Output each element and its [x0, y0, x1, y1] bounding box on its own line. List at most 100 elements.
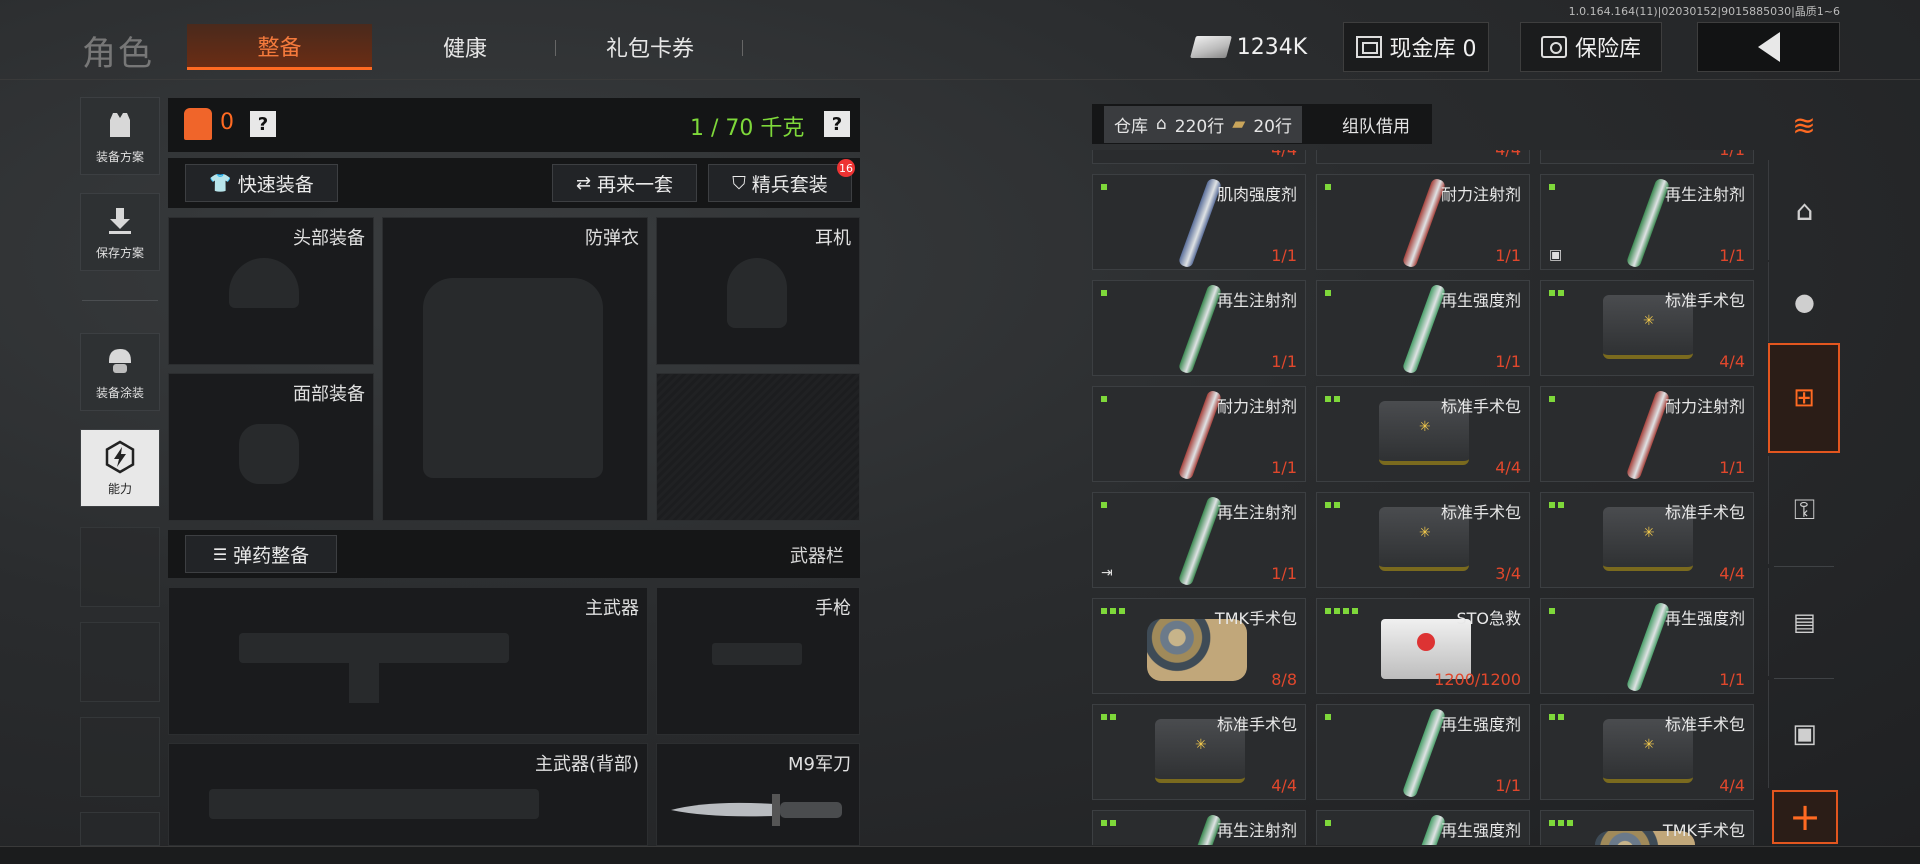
- headset-slot[interactable]: 耳机: [656, 217, 860, 365]
- nav-home[interactable]: ⌂: [1768, 160, 1840, 260]
- weapon-bar-label: 武器栏: [790, 546, 844, 567]
- mask-silhouette-icon: [239, 424, 299, 484]
- stash-item[interactable]: 再生注射剂 1/1 ▣: [1540, 174, 1754, 270]
- tab-warehouse-label: 仓库: [1114, 116, 1148, 137]
- stash-item[interactable]: 标准手术包 4/4: [1092, 704, 1306, 800]
- stash-item[interactable]: 再生注射剂 1/1 ⇥: [1092, 492, 1306, 588]
- rifle-silhouette-icon: [209, 789, 539, 819]
- nav-skins[interactable]: 装备涂装: [80, 333, 160, 411]
- back-button[interactable]: [1697, 22, 1840, 72]
- ammo-icon: ☰: [212, 544, 228, 564]
- nav-loadout-plans[interactable]: 装备方案: [80, 97, 160, 175]
- stash-item[interactable]: 耐力注射剂 1/1: [1092, 386, 1306, 482]
- item-name: 再生注射剂: [1664, 185, 1745, 204]
- package-icon: ▣: [1792, 719, 1817, 749]
- item-count: 1/1: [1495, 776, 1521, 795]
- nav-separator: [1774, 566, 1834, 567]
- rarity-dots: [1325, 608, 1358, 614]
- stash-partial-item[interactable]: 4/4: [1092, 150, 1306, 164]
- tab-team-borrow[interactable]: 组队借用: [1342, 112, 1410, 137]
- face-slot[interactable]: 面部装备: [168, 373, 374, 521]
- item-name: 再生注射剂: [1216, 291, 1297, 310]
- stash-item[interactable]: 再生强度剂 1/1: [1540, 598, 1754, 694]
- container-icon: ▣: [1549, 247, 1563, 263]
- nav-empty-slot: [80, 622, 160, 702]
- back-weapon-slot[interactable]: 主武器(背部): [168, 743, 648, 846]
- nav-save-plan[interactable]: 保存方案: [80, 193, 160, 271]
- safe-button[interactable]: 保险库: [1520, 22, 1662, 72]
- rarity-dots: [1549, 714, 1564, 720]
- item-name: 再生强度剂: [1440, 291, 1521, 310]
- rarity-dots: [1549, 608, 1555, 614]
- quick-equip-button[interactable]: 👕 快速装备: [185, 164, 338, 202]
- item-count: 1/1: [1271, 352, 1297, 371]
- stash-item[interactable]: 再生强度剂 1/1: [1316, 280, 1530, 376]
- stash-item[interactable]: 标准手术包 4/4: [1540, 492, 1754, 588]
- stash-item[interactable]: 肌肉强度剂 1/1: [1092, 174, 1306, 270]
- stash-item[interactable]: 再生注射剂: [1092, 810, 1306, 845]
- ammo-button[interactable]: ☰ 弹药整备: [185, 535, 337, 573]
- vest-slot[interactable]: 防弹衣: [382, 217, 648, 521]
- syringe-icon: [1401, 283, 1447, 375]
- stash-item[interactable]: TMK手术包 8/8: [1092, 598, 1306, 694]
- stash-item[interactable]: 标准手术包 3/4: [1316, 492, 1530, 588]
- rarity-dots: [1325, 396, 1340, 402]
- nav-medical[interactable]: ⊞: [1768, 343, 1840, 453]
- elite-set-button[interactable]: ⛉ 精兵套装: [708, 164, 852, 202]
- head-slot[interactable]: 头部装备: [168, 217, 374, 365]
- rows-main: 220行: [1174, 116, 1225, 137]
- stash-item[interactable]: 耐力注射剂 1/1: [1540, 386, 1754, 482]
- stash-item[interactable]: 再生强度剂: [1316, 810, 1530, 845]
- empty-slot: [656, 373, 860, 521]
- tab-health[interactable]: 健康: [395, 24, 535, 70]
- stash-item[interactable]: 耐力注射剂 1/1: [1316, 174, 1530, 270]
- medkit-icon: ⊞: [1793, 383, 1815, 413]
- pistol-silhouette-icon: [712, 643, 802, 665]
- rifle-magazine-silhouette: [349, 663, 379, 703]
- add-button[interactable]: +: [1772, 790, 1838, 844]
- item-count: 1/1: [1719, 150, 1745, 159]
- primary-weapon-slot[interactable]: 主武器: [168, 587, 648, 735]
- stash-item[interactable]: 再生注射剂 1/1: [1092, 280, 1306, 376]
- tab-loadout[interactable]: 整备: [187, 24, 372, 70]
- stash-item[interactable]: 标准手术包 4/4: [1540, 280, 1754, 376]
- stash-item[interactable]: STO急救 1200/1200: [1316, 598, 1530, 694]
- nav-package[interactable]: ▣: [1768, 680, 1840, 788]
- knife-icon: [671, 794, 842, 826]
- stash-item[interactable]: 标准手术包 4/4: [1316, 386, 1530, 482]
- nav-ability[interactable]: 能力: [80, 429, 160, 507]
- item-name: 耐力注射剂: [1664, 397, 1745, 416]
- nav-grenade[interactable]: ●: [1768, 262, 1840, 342]
- item-count: 1/1: [1271, 564, 1297, 583]
- stash-partial-item[interactable]: 1/1: [1540, 150, 1754, 164]
- stash-item[interactable]: 再生强度剂 1/1: [1316, 704, 1530, 800]
- syringe-icon: [1401, 707, 1447, 799]
- pistol-slot[interactable]: 手枪: [656, 587, 860, 735]
- tab-warehouse[interactable]: 仓库 ⌂ 220行 ▰ 20行: [1104, 105, 1302, 143]
- reroll-button[interactable]: ⇄ 再来一套: [552, 164, 697, 202]
- tab-gift-cards[interactable]: 礼包卡券: [565, 24, 735, 70]
- helmet-silhouette-icon: [229, 258, 299, 308]
- refresh-icon: ⇄: [575, 172, 592, 194]
- grenade-icon: ●: [1794, 288, 1815, 316]
- stash-partial-item[interactable]: 4/4: [1316, 150, 1530, 164]
- money-icon: [1189, 36, 1232, 58]
- nav-cash[interactable]: ▤: [1768, 568, 1840, 676]
- nav-keys[interactable]: ⚿: [1768, 456, 1840, 564]
- slot-label: 耳机: [815, 228, 851, 249]
- elite-set-label: 精兵套装: [751, 173, 828, 196]
- item-count: 1/1: [1719, 246, 1745, 265]
- item-name: 标准手术包: [1440, 503, 1521, 522]
- armor-help-icon[interactable]: ?: [250, 111, 276, 137]
- item-name: 耐力注射剂: [1440, 185, 1521, 204]
- weight-help-icon[interactable]: ?: [824, 111, 850, 137]
- cash-stack-icon: ▤: [1793, 608, 1816, 636]
- nav-label: 保存方案: [95, 245, 144, 260]
- stash-item[interactable]: TMK手术包: [1540, 810, 1754, 845]
- sort-stack-button[interactable]: ≋: [1768, 98, 1840, 152]
- stash-item[interactable]: 标准手术包 4/4: [1540, 704, 1754, 800]
- syringe-icon: [1625, 177, 1671, 269]
- melee-slot[interactable]: M9军刀: [656, 743, 860, 846]
- cash-vault-button[interactable]: 现金库 0: [1343, 22, 1489, 72]
- rarity-dots: [1549, 502, 1564, 508]
